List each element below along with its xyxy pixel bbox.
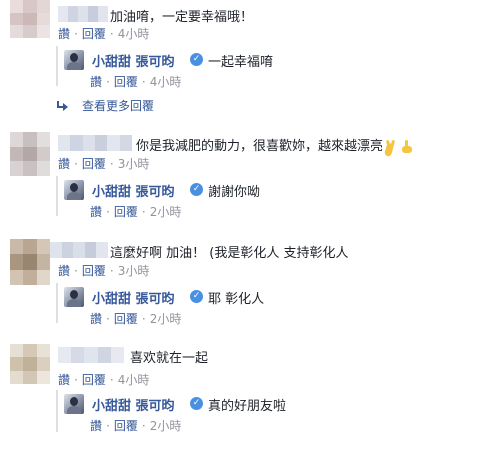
separator-dot: · <box>141 418 146 433</box>
separator-dot: · <box>141 204 146 219</box>
separator-dot: · <box>74 156 78 171</box>
verified-badge-icon: ✓ <box>190 290 203 303</box>
reply-avatar[interactable] <box>64 180 84 200</box>
comment-3: 這麼好啊 加油！ (我是彰化人 支持彰化人 讚 · 回覆 · 3小時 小甜甜 張… <box>0 237 504 337</box>
reply-arrow-icon <box>56 100 68 111</box>
separator-dot: · <box>106 204 110 219</box>
separator-dot: · <box>106 74 110 89</box>
comment-actions: 讚 · 回覆 · 3小時 <box>58 262 149 279</box>
separator-dot: · <box>109 263 114 278</box>
reply-text: 耶 彰化人 <box>208 292 265 307</box>
reply-author-name[interactable]: 小甜甜 張可昀 <box>92 288 175 307</box>
reply-avatar[interactable] <box>64 50 84 70</box>
reply-author-name[interactable]: 小甜甜 張可昀 <box>92 395 175 414</box>
reply-link[interactable]: 回覆 <box>82 25 106 42</box>
separator-dot: · <box>74 26 78 41</box>
comment-time[interactable]: 4小時 <box>118 25 150 42</box>
reply-time[interactable]: 2小時 <box>150 310 182 327</box>
separator-dot: · <box>141 311 146 326</box>
comment-time[interactable]: 3小時 <box>118 155 150 172</box>
comment-text: 你是我減肥的動力，很喜歡妳，越來越漂亮 <box>136 135 414 154</box>
reply-time[interactable]: 2小時 <box>150 203 182 220</box>
reply-link[interactable]: 回覆 <box>82 371 106 388</box>
like-link[interactable]: 讚 <box>90 73 102 90</box>
like-link[interactable]: 讚 <box>90 417 102 434</box>
reply-link[interactable]: 回覆 <box>114 203 138 220</box>
reply-actions: 讚 · 回覆 · 4小時 <box>90 73 181 90</box>
verified-badge-icon: ✓ <box>190 397 203 410</box>
reply-thread-line <box>56 176 58 216</box>
like-link[interactable]: 讚 <box>58 262 70 279</box>
comment-text-content: 你是我減肥的動力，很喜歡妳，越來越漂亮 <box>136 139 384 154</box>
comment-time[interactable]: 4小時 <box>118 371 150 388</box>
comment-text: 加油唷，一定要幸福哦！ <box>110 10 254 25</box>
like-link[interactable]: 讚 <box>58 25 70 42</box>
reply-link[interactable]: 回覆 <box>114 417 138 434</box>
separator-dot: · <box>106 418 110 433</box>
victory-hand-icon <box>386 140 398 154</box>
reply-text: 真的好朋友啦 <box>208 399 287 414</box>
comment-actions: 讚 · 回覆 · 4小時 <box>58 25 149 42</box>
reply-link[interactable]: 回覆 <box>114 73 138 90</box>
commenter-avatar[interactable] <box>10 344 50 384</box>
commenter-name-blurred[interactable] <box>50 242 108 258</box>
commenter-avatar[interactable] <box>10 132 50 176</box>
comment-time[interactable]: 3小時 <box>118 262 150 279</box>
like-link[interactable]: 讚 <box>58 155 70 172</box>
like-link[interactable]: 讚 <box>90 310 102 327</box>
reply-actions: 讚 · 回覆 · 2小時 <box>90 310 181 327</box>
separator-dot: · <box>74 263 78 278</box>
separator-dot: · <box>109 26 114 41</box>
reply-time[interactable]: 2小時 <box>150 417 182 434</box>
comment-text: 喜欢就在一起 <box>130 351 209 366</box>
reply-link[interactable]: 回覆 <box>82 262 106 279</box>
reply-avatar[interactable] <box>64 287 84 307</box>
reply-text: 謝謝你呦 <box>208 185 261 200</box>
view-more-replies-link[interactable]: 查看更多回覆 <box>56 97 154 114</box>
comment-2: 你是我減肥的動力，很喜歡妳，越來越漂亮 讚 · 回覆 · 3小時 小甜甜 張可昀… <box>0 130 504 230</box>
verified-badge-icon: ✓ <box>190 183 203 196</box>
comment-actions: 讚 · 回覆 · 4小時 <box>58 371 149 388</box>
like-link[interactable]: 讚 <box>90 203 102 220</box>
like-link[interactable]: 讚 <box>58 371 70 388</box>
reply-time[interactable]: 4小時 <box>150 73 182 90</box>
verified-badge-icon: ✓ <box>190 53 203 66</box>
separator-dot: · <box>109 156 114 171</box>
view-more-replies-label: 查看更多回覆 <box>82 99 155 113</box>
pointing-hand-icon <box>400 139 414 154</box>
commenter-avatar[interactable] <box>10 0 50 38</box>
separator-dot: · <box>106 311 110 326</box>
reply-author-name[interactable]: 小甜甜 張可昀 <box>92 51 175 70</box>
commenter-name-blurred[interactable] <box>58 135 132 151</box>
commenter-avatar[interactable] <box>10 239 50 285</box>
separator-dot: · <box>141 74 146 89</box>
reply-author-name[interactable]: 小甜甜 張可昀 <box>92 181 175 200</box>
reply-actions: 讚 · 回覆 · 2小時 <box>90 417 181 434</box>
commenter-name-blurred[interactable] <box>58 6 108 22</box>
reply-thread-line <box>56 46 58 86</box>
reply-link[interactable]: 回覆 <box>114 310 138 327</box>
comment-actions: 讚 · 回覆 · 3小時 <box>58 155 149 172</box>
separator-dot: · <box>109 372 114 387</box>
comment-4: 喜欢就在一起 讚 · 回覆 · 4小時 小甜甜 張可昀 ✓ 真的好朋友啦 讚 ·… <box>0 342 504 442</box>
comment-text: 這麼好啊 加油！ (我是彰化人 支持彰化人 <box>110 246 349 261</box>
comment-1: 加油唷，一定要幸福哦！ 讚 · 回覆 · 4小時 小甜甜 張可昀 ✓ 一起幸福唷… <box>0 0 504 125</box>
commenter-name-blurred[interactable] <box>58 347 125 363</box>
reply-actions: 讚 · 回覆 · 2小時 <box>90 203 181 220</box>
reply-avatar[interactable] <box>64 394 84 414</box>
separator-dot: · <box>74 372 78 387</box>
reply-thread-line <box>56 390 58 432</box>
reply-thread-line <box>56 283 58 323</box>
reply-text: 一起幸福唷 <box>208 55 274 70</box>
reply-link[interactable]: 回覆 <box>82 155 106 172</box>
